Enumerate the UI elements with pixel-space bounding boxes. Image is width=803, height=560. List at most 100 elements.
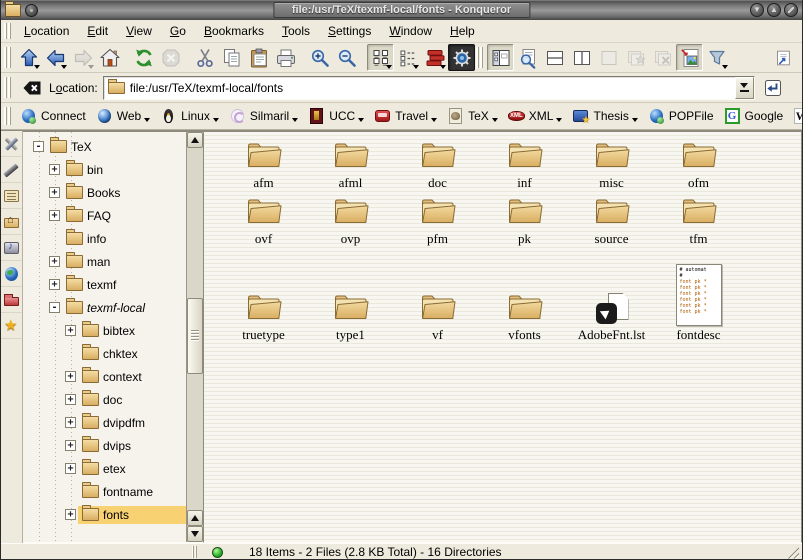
location-dropdown-button[interactable]: [735, 77, 754, 99]
tree-expander[interactable]: +: [49, 279, 60, 290]
tree-expander[interactable]: +: [65, 440, 76, 451]
paste-button[interactable]: [245, 44, 272, 71]
tree-expander[interactable]: +: [65, 463, 76, 474]
bookmark-dropdown-arrow[interactable]: [358, 118, 364, 122]
sidebar-tab[interactable]: [1, 287, 22, 313]
menu-item[interactable]: Settings: [319, 21, 380, 41]
clear-location-button[interactable]: [20, 76, 44, 100]
sticky-button[interactable]: [25, 4, 38, 17]
detailed-view-button[interactable]: [421, 44, 448, 71]
tree-expander[interactable]: +: [65, 509, 76, 520]
maximize-button[interactable]: ▲: [767, 3, 781, 17]
tree-row[interactable]: + fonts: [23, 503, 186, 526]
scrollbar-track[interactable]: [187, 148, 203, 510]
tree-row[interactable]: + dvips: [23, 434, 186, 457]
tree-node[interactable]: info: [62, 230, 186, 248]
bookmark-item[interactable]: Linux: [155, 106, 224, 126]
tree-node[interactable]: doc: [78, 391, 186, 409]
bookmark-dropdown-arrow[interactable]: [492, 118, 498, 122]
toolbar-handle[interactable]: [4, 23, 12, 39]
file-item[interactable]: # automat # font pk * font pk * font pk …: [220, 137, 307, 193]
tree-node[interactable]: dvipdfm: [78, 414, 186, 432]
menu-item[interactable]: Edit: [78, 21, 117, 41]
tree-row[interactable]: + etex: [23, 457, 186, 480]
bookmark-item[interactable]: W Wikipedia: [788, 106, 803, 126]
bookmark-item[interactable]: XML XML: [503, 106, 568, 126]
close-button[interactable]: [784, 3, 798, 17]
menu-item[interactable]: View: [117, 21, 161, 41]
scroll-up-button[interactable]: [187, 132, 203, 148]
tree-row[interactable]: chktex: [23, 342, 186, 365]
bookmark-item[interactable]: Thesis: [567, 106, 642, 126]
tree-expander[interactable]: +: [49, 164, 60, 175]
tree-node[interactable]: dvips: [78, 437, 186, 455]
bookmark-item[interactable]: G Google: [719, 106, 789, 126]
file-item[interactable]: # automat # font pk * font pk * font pk …: [394, 193, 481, 249]
tree-row[interactable]: + man: [23, 250, 186, 273]
file-item[interactable]: # automat # font pk * font pk * font pk …: [394, 137, 481, 193]
filter-button[interactable]: [703, 44, 730, 71]
location-value[interactable]: file:/usr/TeX/texmf-local/fonts: [130, 81, 730, 95]
tree-row[interactable]: + bin: [23, 158, 186, 181]
resize-grip[interactable]: [786, 546, 799, 559]
toolbar-handle[interactable]: [4, 77, 12, 98]
tree-node[interactable]: fonts: [78, 506, 186, 524]
file-item[interactable]: # automat # font pk * font pk * font pk …: [307, 193, 394, 249]
sidebar-tab[interactable]: [1, 183, 22, 209]
konqueror-gear-button[interactable]: [448, 44, 475, 71]
sidebar-tab[interactable]: [1, 209, 22, 235]
tree-row[interactable]: + dvipdfm: [23, 411, 186, 434]
file-item[interactable]: # automat # font pk * font pk * font pk …: [568, 249, 655, 345]
tree-scrollbar[interactable]: [186, 132, 203, 542]
tree-node[interactable]: Books: [62, 184, 186, 202]
file-item[interactable]: # automat # font pk * font pk * font pk …: [655, 137, 742, 193]
tree-row[interactable]: - texmf-local: [23, 296, 186, 319]
bookmark-dropdown-arrow[interactable]: [556, 118, 562, 122]
file-icon-view[interactable]: # automat # font pk * font pk * font pk …: [204, 131, 802, 543]
menu-item[interactable]: Help: [441, 21, 484, 41]
menu-item[interactable]: Tools: [273, 21, 319, 41]
tree-row[interactable]: + texmf: [23, 273, 186, 296]
bookmark-item[interactable]: POPFile: [643, 106, 719, 126]
file-item[interactable]: # automat # font pk * font pk * font pk …: [220, 193, 307, 249]
tree-node[interactable]: etex: [78, 460, 186, 478]
file-item[interactable]: # automat # font pk * font pk * font pk …: [481, 137, 568, 193]
tree-node[interactable]: man: [62, 253, 186, 271]
tree-node[interactable]: bin: [62, 161, 186, 179]
split-view-left-right-button[interactable]: [541, 44, 568, 71]
print-button[interactable]: [272, 44, 299, 71]
tree-row[interactable]: - TeX: [23, 135, 186, 158]
home-button[interactable]: [96, 44, 123, 71]
tree-expander[interactable]: +: [65, 325, 76, 336]
tree-row[interactable]: + Books: [23, 181, 186, 204]
bookmark-dropdown-arrow[interactable]: [292, 118, 298, 122]
up-button[interactable]: [15, 44, 42, 71]
bookmark-item[interactable]: Web: [91, 106, 155, 126]
split-view-top-bottom-button[interactable]: [568, 44, 595, 71]
tree-node[interactable]: bibtex: [78, 322, 186, 340]
file-item[interactable]: # automat # font pk * font pk * font pk …: [307, 137, 394, 193]
file-item[interactable]: # automat # font pk * font pk * font pk …: [655, 249, 742, 345]
file-item[interactable]: # automat # font pk * font pk * font pk …: [307, 249, 394, 345]
go-button[interactable]: [760, 75, 786, 101]
menu-item[interactable]: Go: [161, 21, 195, 41]
bookmark-item[interactable]: Connect: [15, 106, 91, 126]
tree-row[interactable]: info: [23, 227, 186, 250]
zoom-in-button[interactable]: [306, 44, 333, 71]
toolbar-handle[interactable]: [476, 47, 484, 68]
toolbar-extension-icon[interactable]: [769, 44, 796, 71]
bookmark-dropdown-arrow[interactable]: [144, 118, 150, 122]
scrollbar-thumb[interactable]: [187, 298, 203, 374]
tree-row[interactable]: + FAQ: [23, 204, 186, 227]
tree-node[interactable]: texmf: [62, 276, 186, 294]
tree-expander[interactable]: -: [33, 141, 44, 152]
file-item[interactable]: # automat # font pk * font pk * font pk …: [568, 193, 655, 249]
sidebar-tab[interactable]: [1, 235, 22, 261]
menu-item[interactable]: Location: [15, 21, 78, 41]
image-preview-button[interactable]: [676, 44, 703, 71]
cut-button[interactable]: [191, 44, 218, 71]
sidebar-tab[interactable]: [1, 261, 22, 287]
tree-node[interactable]: chktex: [78, 345, 186, 363]
tree-node[interactable]: context: [78, 368, 186, 386]
file-item[interactable]: # automat # font pk * font pk * font pk …: [220, 249, 307, 345]
